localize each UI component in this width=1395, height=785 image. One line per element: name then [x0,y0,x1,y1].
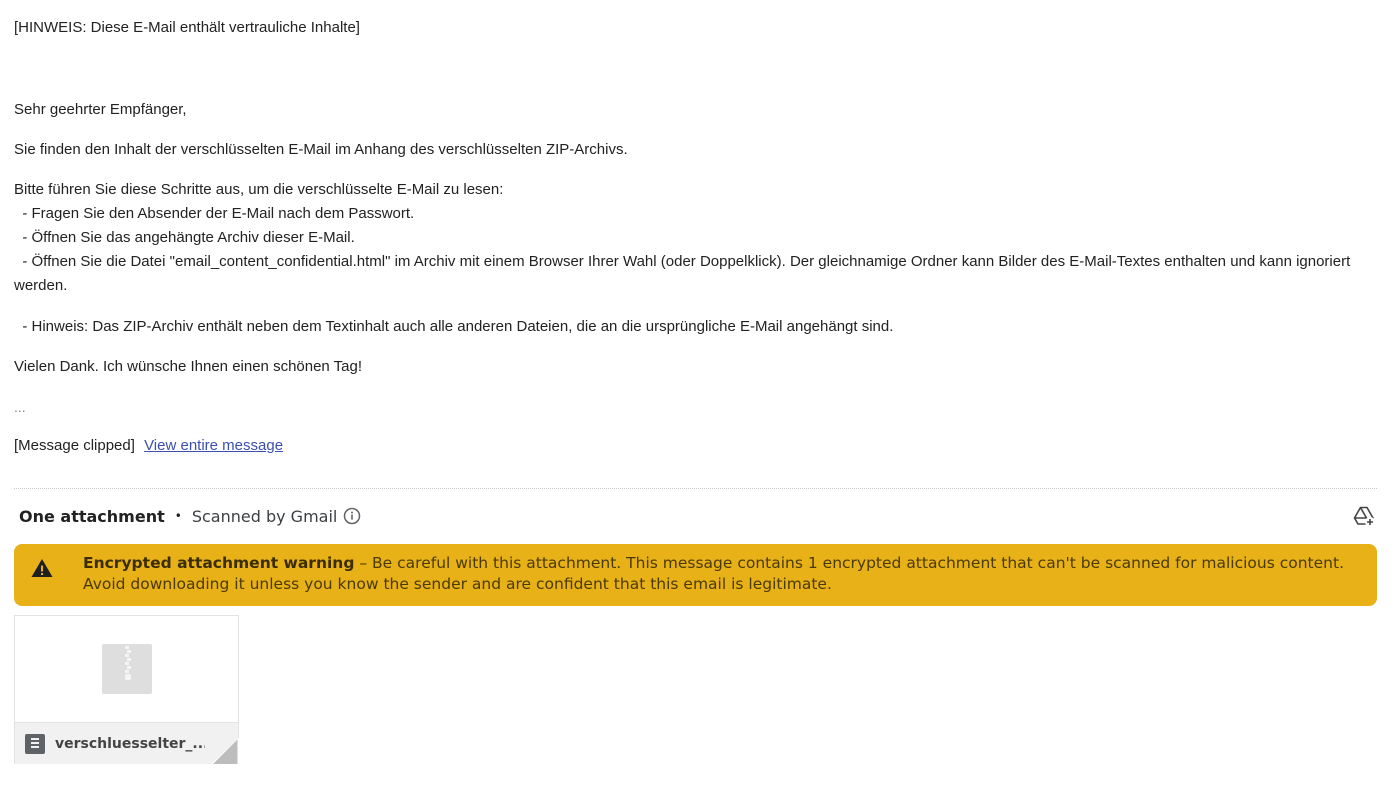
intro-paragraph: Sie finden den Inhalt der verschlüsselte… [14,141,628,158]
closing-paragraph: Vielen Dank. Ich wünsche Ihnen einen sch… [14,358,363,375]
encrypted-attachment-warning: Encrypted attachment warning – Be carefu… [14,544,1377,606]
warning-triangle-icon [30,556,54,580]
step-item: - Öffnen Sie das angehängte Archiv diese… [14,229,355,246]
email-body: [HINWEIS: Diese E-Mail enthält vertrauli… [14,16,1374,458]
trimmed-content-ellipsis[interactable]: ... [14,395,1374,419]
info-icon[interactable] [343,507,361,525]
steps-block: Bitte führen Sie diese Schritte aus, um … [14,178,1374,298]
attachment-card[interactable]: verschluesselter_... [14,615,241,764]
step-item: - Fragen Sie den Absender der E-Mail nac… [14,205,415,222]
step-item: - Öffnen Sie die Datei "email_content_co… [14,253,1355,294]
attachment-footer: verschluesselter_... [15,722,238,764]
page-curl-corner [211,738,241,764]
archive-file-icon [25,733,45,754]
message-clipped-label: [Message clipped] [14,437,135,454]
hint-paragraph: - Hinweis: Das ZIP-Archiv enthält neben … [14,318,894,335]
attachments-divider [14,488,1377,489]
add-to-drive-icon[interactable] [1352,504,1376,528]
steps-intro: Bitte führen Sie diese Schritte aus, um … [14,181,504,198]
view-entire-message-link[interactable]: View entire message [144,437,283,454]
attachments-header: One attachment • Scanned by Gmail [19,503,361,529]
attachment-file-name: verschluesselter_... [55,735,205,752]
scanned-by-gmail-label: Scanned by Gmail [191,506,338,526]
separator-dot: • [174,509,182,523]
confidential-notice: [HINWEIS: Diese E-Mail enthält vertrauli… [14,19,360,36]
warning-text: Encrypted attachment warning – Be carefu… [83,553,1353,595]
greeting: Sehr geehrter Empfänger, [14,101,187,118]
zip-file-icon [102,644,152,694]
warning-dash: – [354,554,373,572]
attachment-count: One attachment [19,506,165,526]
attachment-preview [15,616,238,722]
warning-title: Encrypted attachment warning [83,554,355,572]
clipped-line: [Message clipped] View entire message [14,434,1374,458]
